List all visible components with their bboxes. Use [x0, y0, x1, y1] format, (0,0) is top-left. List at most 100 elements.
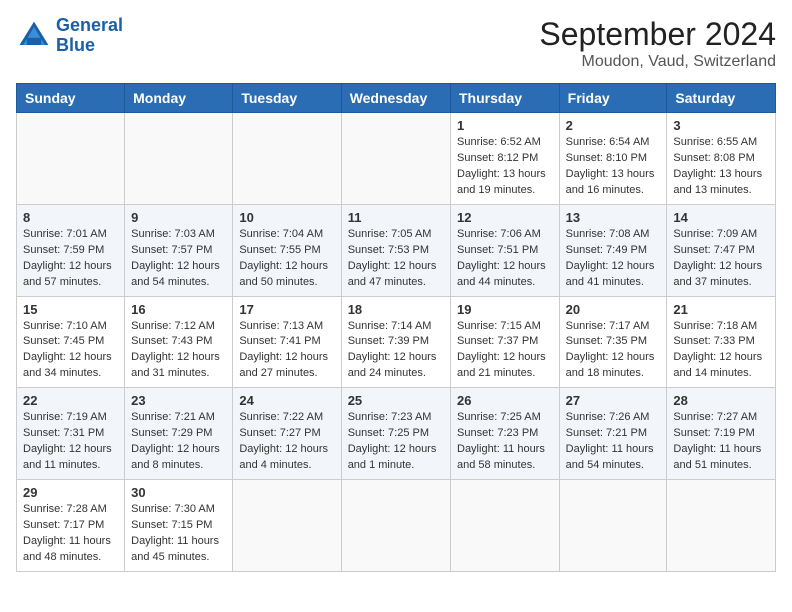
- day-number: 25: [348, 393, 444, 408]
- day-info: Sunrise: 7:09 AMSunset: 7:47 PMDaylight:…: [673, 227, 769, 291]
- calendar-cell: [559, 480, 667, 572]
- day-info: Sunrise: 7:17 AMSunset: 7:35 PMDaylight:…: [566, 319, 661, 383]
- day-info: Sunrise: 7:28 AMSunset: 7:17 PMDaylight:…: [23, 502, 118, 566]
- calendar-cell: 2 Sunrise: 6:54 AMSunset: 8:10 PMDaylight…: [559, 113, 667, 205]
- day-info: Sunrise: 7:19 AMSunset: 7:31 PMDaylight:…: [23, 410, 118, 474]
- day-number: 26: [457, 393, 553, 408]
- calendar-cell: 19Sunrise: 7:15 AMSunset: 7:37 PMDayligh…: [451, 296, 560, 388]
- day-info: Sunrise: 7:30 AMSunset: 7:15 PMDaylight:…: [131, 502, 226, 566]
- calendar-cell: [17, 113, 125, 205]
- day-info: Sunrise: 7:14 AMSunset: 7:39 PMDaylight:…: [348, 319, 444, 383]
- day-info: Sunrise: 7:06 AMSunset: 7:51 PMDaylight:…: [457, 227, 553, 291]
- calendar-header-saturday: Saturday: [667, 84, 776, 113]
- day-number: 15: [23, 302, 118, 317]
- day-info: Sunrise: 7:10 AMSunset: 7:45 PMDaylight:…: [23, 319, 118, 383]
- day-info: Sunrise: 6:52 AMSunset: 8:12 PMDaylight:…: [457, 135, 553, 199]
- day-number: 28: [673, 393, 769, 408]
- day-number: 12: [457, 210, 553, 225]
- day-info: Sunrise: 7:22 AMSunset: 7:27 PMDaylight:…: [239, 410, 334, 474]
- day-number: 3: [673, 118, 769, 133]
- calendar-cell: [667, 480, 776, 572]
- calendar-header-row: SundayMondayTuesdayWednesdayThursdayFrid…: [17, 84, 776, 113]
- day-info: Sunrise: 6:54 AMSunset: 8:10 PMDaylight:…: [566, 135, 661, 199]
- calendar-header-friday: Friday: [559, 84, 667, 113]
- calendar-cell: 10 Sunrise: 7:04 AMSunset: 7:55 PMDayligh…: [233, 204, 341, 296]
- month-title: September 2024: [539, 16, 776, 53]
- calendar-cell: 22 Sunrise: 7:19 AMSunset: 7:31 PMDayligh…: [17, 388, 125, 480]
- calendar-cell: 28 Sunrise: 7:27 AMSunset: 7:19 PMDayligh…: [667, 388, 776, 480]
- day-info: Sunrise: 7:03 AMSunset: 7:57 PMDaylight:…: [131, 227, 226, 291]
- day-info: Sunrise: 7:01 AMSunset: 7:59 PMDaylight:…: [23, 227, 118, 291]
- day-info: Sunrise: 7:12 AMSunset: 7:43 PMDaylight:…: [131, 319, 226, 383]
- calendar-cell: 14 Sunrise: 7:09 AMSunset: 7:47 PMDayligh…: [667, 204, 776, 296]
- day-number: 2: [566, 118, 661, 133]
- logo-icon: [16, 18, 52, 54]
- calendar-week-5: 29 Sunrise: 7:28 AMSunset: 7:17 PMDayligh…: [17, 480, 776, 572]
- calendar-cell: [341, 480, 450, 572]
- calendar-cell: 21Sunrise: 7:18 AMSunset: 7:33 PMDayligh…: [667, 296, 776, 388]
- day-number: 1: [457, 118, 553, 133]
- calendar-cell: 24 Sunrise: 7:22 AMSunset: 7:27 PMDayligh…: [233, 388, 341, 480]
- day-info: Sunrise: 7:18 AMSunset: 7:33 PMDaylight:…: [673, 319, 769, 383]
- calendar-cell: 17Sunrise: 7:13 AMSunset: 7:41 PMDayligh…: [233, 296, 341, 388]
- calendar-cell: 12 Sunrise: 7:06 AMSunset: 7:51 PMDayligh…: [451, 204, 560, 296]
- day-info: Sunrise: 7:25 AMSunset: 7:23 PMDaylight:…: [457, 410, 553, 474]
- day-number: 23: [131, 393, 226, 408]
- calendar-header-tuesday: Tuesday: [233, 84, 341, 113]
- logo-text: General Blue: [56, 16, 123, 56]
- calendar-header-wednesday: Wednesday: [341, 84, 450, 113]
- calendar-cell: 1 Sunrise: 6:52 AMSunset: 8:12 PMDaylight…: [451, 113, 560, 205]
- title-section: September 2024 Moudon, Vaud, Switzerland: [539, 16, 776, 71]
- calendar-cell: 11 Sunrise: 7:05 AMSunset: 7:53 PMDayligh…: [341, 204, 450, 296]
- calendar-week-2: 8 Sunrise: 7:01 AMSunset: 7:59 PMDaylight…: [17, 204, 776, 296]
- page-header: General Blue September 2024 Moudon, Vaud…: [16, 16, 776, 71]
- calendar-week-4: 22 Sunrise: 7:19 AMSunset: 7:31 PMDayligh…: [17, 388, 776, 480]
- calendar-cell: 29 Sunrise: 7:28 AMSunset: 7:17 PMDayligh…: [17, 480, 125, 572]
- day-number: 16: [131, 302, 226, 317]
- day-number: 20: [566, 302, 661, 317]
- day-number: 18: [348, 302, 444, 317]
- day-info: Sunrise: 7:13 AMSunset: 7:41 PMDaylight:…: [239, 319, 334, 383]
- day-number: 30: [131, 485, 226, 500]
- logo: General Blue: [16, 16, 123, 56]
- day-number: 13: [566, 210, 661, 225]
- calendar-header-thursday: Thursday: [451, 84, 560, 113]
- calendar-cell: [233, 113, 341, 205]
- day-info: Sunrise: 7:05 AMSunset: 7:53 PMDaylight:…: [348, 227, 444, 291]
- calendar-cell: 27Sunrise: 7:26 AMSunset: 7:21 PMDayligh…: [559, 388, 667, 480]
- day-info: Sunrise: 7:04 AMSunset: 7:55 PMDaylight:…: [239, 227, 334, 291]
- calendar-cell: 9 Sunrise: 7:03 AMSunset: 7:57 PMDaylight…: [125, 204, 233, 296]
- day-info: Sunrise: 7:15 AMSunset: 7:37 PMDaylight:…: [457, 319, 553, 383]
- calendar-cell: 26 Sunrise: 7:25 AMSunset: 7:23 PMDayligh…: [451, 388, 560, 480]
- calendar-cell: 23 Sunrise: 7:21 AMSunset: 7:29 PMDayligh…: [125, 388, 233, 480]
- calendar-cell: 8 Sunrise: 7:01 AMSunset: 7:59 PMDaylight…: [17, 204, 125, 296]
- calendar-cell: 18 Sunrise: 7:14 AMSunset: 7:39 PMDayligh…: [341, 296, 450, 388]
- calendar-table: SundayMondayTuesdayWednesdayThursdayFrid…: [16, 83, 776, 572]
- calendar-header-monday: Monday: [125, 84, 233, 113]
- day-info: Sunrise: 7:23 AMSunset: 7:25 PMDaylight:…: [348, 410, 444, 474]
- calendar-cell: 15 Sunrise: 7:10 AMSunset: 7:45 PMDayligh…: [17, 296, 125, 388]
- calendar-cell: [451, 480, 560, 572]
- day-number: 29: [23, 485, 118, 500]
- calendar-cell: [341, 113, 450, 205]
- day-number: 14: [673, 210, 769, 225]
- calendar-cell: 16 Sunrise: 7:12 AMSunset: 7:43 PMDayligh…: [125, 296, 233, 388]
- day-number: 9: [131, 210, 226, 225]
- calendar-cell: 13 Sunrise: 7:08 AMSunset: 7:49 PMDayligh…: [559, 204, 667, 296]
- day-number: 22: [23, 393, 118, 408]
- day-info: Sunrise: 7:21 AMSunset: 7:29 PMDaylight:…: [131, 410, 226, 474]
- calendar-week-3: 15 Sunrise: 7:10 AMSunset: 7:45 PMDayligh…: [17, 296, 776, 388]
- calendar-cell: 20 Sunrise: 7:17 AMSunset: 7:35 PMDayligh…: [559, 296, 667, 388]
- day-number: 10: [239, 210, 334, 225]
- day-number: 27: [566, 393, 661, 408]
- location: Moudon, Vaud, Switzerland: [539, 53, 776, 71]
- day-info: Sunrise: 7:08 AMSunset: 7:49 PMDaylight:…: [566, 227, 661, 291]
- calendar-week-1: 1 Sunrise: 6:52 AMSunset: 8:12 PMDaylight…: [17, 113, 776, 205]
- day-number: 11: [348, 210, 444, 225]
- day-number: 8: [23, 210, 118, 225]
- day-info: Sunrise: 7:27 AMSunset: 7:19 PMDaylight:…: [673, 410, 769, 474]
- day-number: 24: [239, 393, 334, 408]
- calendar-header-sunday: Sunday: [17, 84, 125, 113]
- calendar-cell: [233, 480, 341, 572]
- calendar-cell: 25 Sunrise: 7:23 AMSunset: 7:25 PMDayligh…: [341, 388, 450, 480]
